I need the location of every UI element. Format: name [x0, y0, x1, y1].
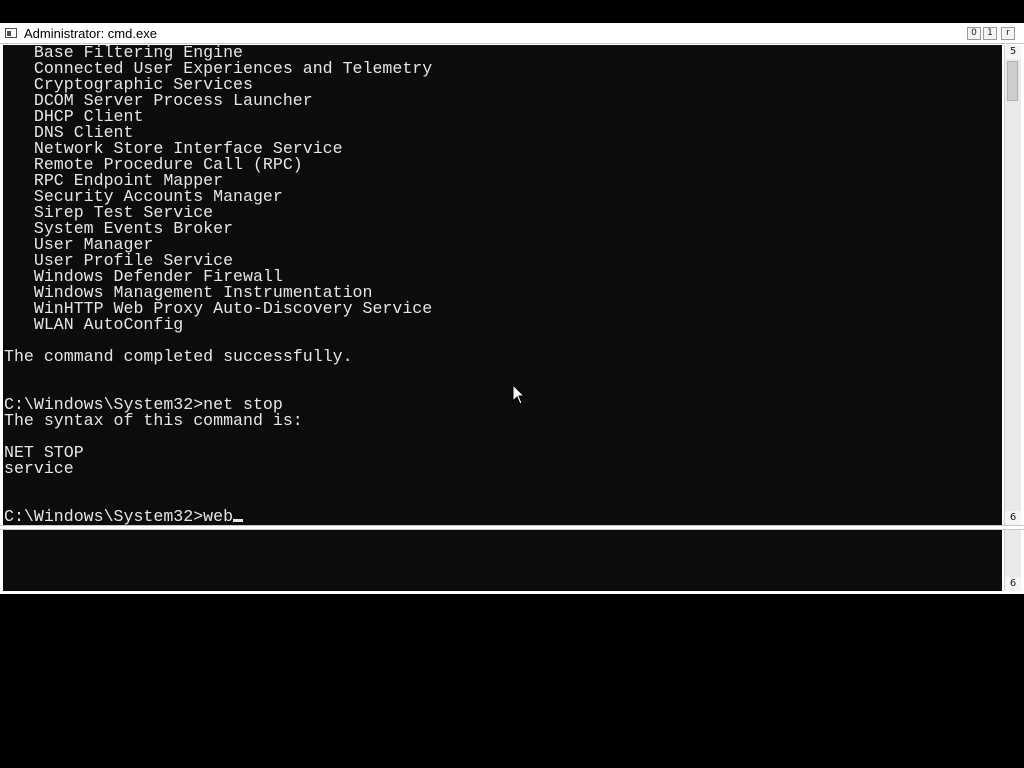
scroll-up-arrow-icon[interactable]: 5 — [1005, 45, 1021, 59]
title-bar[interactable]: Administrator: cmd.exe 0 1 r — [0, 23, 1024, 44]
window-title: Administrator: cmd.exe — [24, 26, 157, 41]
scroll-down-arrow-icon[interactable]: 6 — [1005, 577, 1021, 591]
console-line: The command completed successfully. — [4, 347, 353, 366]
prompt-input-text[interactable]: C:\Windows\System32>web — [4, 507, 233, 525]
console-text: Base Filtering Engine Connected User Exp… — [4, 45, 432, 525]
desktop: Administrator: cmd.exe 0 1 r Base Filter… — [0, 0, 1024, 768]
scroll-thumb[interactable] — [1007, 61, 1018, 101]
mouse-pointer-icon — [512, 384, 526, 405]
cmd-window: Administrator: cmd.exe 0 1 r Base Filter… — [0, 23, 1024, 594]
scroll-down-arrow-icon[interactable]: 6 — [1005, 511, 1021, 525]
lower-vertical-scrollbar[interactable]: 6 — [1004, 530, 1021, 591]
minimize-button[interactable]: 0 — [967, 27, 981, 40]
close-button[interactable]: r — [1001, 27, 1015, 40]
upper-vertical-scrollbar[interactable]: 5 6 — [1004, 45, 1021, 525]
command-prompt-line[interactable]: C:\Windows\System32>web — [4, 507, 432, 525]
console-line: The syntax of this command is: — [4, 411, 303, 430]
console-line: service — [4, 459, 74, 478]
console-output-pane[interactable]: Base Filtering Engine Connected User Exp… — [3, 45, 1002, 525]
maximize-button[interactable]: 1 — [983, 27, 997, 40]
text-cursor — [233, 519, 244, 522]
console-secondary-pane[interactable] — [3, 530, 1002, 591]
console-app-icon[interactable] — [5, 28, 17, 38]
console-line: WLAN AutoConfig — [4, 315, 184, 334]
